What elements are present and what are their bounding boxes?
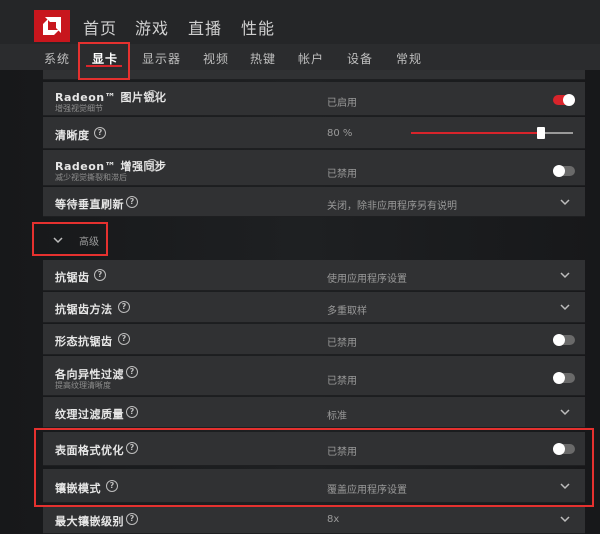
setting-value: 关闭，除非应用程序另有说明 [327,201,457,212]
setting-value: 使用应用程序设置 [327,274,407,285]
image-sharpening-toggle[interactable] [553,94,575,106]
setting-anisotropic-filtering[interactable]: 各向异性过滤 ? 提高纹理清晰度 已禁用 [43,356,585,396]
help-icon[interactable]: ? [106,480,118,492]
help-icon[interactable]: ? [126,196,138,208]
setting-value: 已禁用 [327,338,357,349]
setting-label: 抗锯齿 [55,271,90,284]
setting-value: 覆盖应用程序设置 [327,485,407,496]
setting-anti-aliasing-method[interactable]: 抗锯齿方法 ? 多重取样 [43,292,585,323]
top-nav-home[interactable]: 首页 [83,15,117,39]
toggle-knob [553,443,565,455]
active-tab-indicator [86,65,122,67]
advanced-label: 高级 [79,236,99,248]
setting-value: 8x [327,514,340,525]
setting-label: 最大镶嵌级别 [55,515,124,528]
setting-value: 已禁用 [327,376,357,387]
surface-format-optimization-toggle[interactable] [553,443,575,455]
tab-devices[interactable]: 设备 [347,50,373,67]
toggle-knob [553,334,565,346]
chevron-down-icon[interactable] [560,481,570,491]
setting-label: 表面格式优化 [55,444,124,457]
help-icon[interactable]: ? [146,90,158,102]
tab-system[interactable]: 系统 [44,50,70,67]
setting-morphological-aa[interactable]: 形态抗锯齿 ? 已禁用 [43,324,585,355]
setting-description: 减少视觉撕裂和滞后 [55,173,127,182]
tab-video[interactable]: 视频 [203,50,229,67]
chevron-down-icon[interactable] [560,197,570,207]
help-icon[interactable]: ? [126,442,138,454]
tab-hotkeys[interactable]: 热键 [250,50,276,67]
setting-max-tessellation-level[interactable]: 最大镶嵌级别 ? 8x [43,506,585,534]
setting-label: 形态抗锯齿 [55,335,113,348]
chevron-down-icon[interactable] [560,514,570,524]
chevron-down-icon[interactable] [560,270,570,280]
setting-anti-aliasing[interactable]: 抗锯齿 ? 使用应用程序设置 [43,260,585,291]
anisotropic-filtering-toggle[interactable] [553,372,575,384]
setting-label: 镶嵌模式 [55,482,101,495]
chevron-down-icon [53,237,63,244]
advanced-section-toggle[interactable]: 高级 [43,224,99,256]
top-navigation-bar: 首页 游戏 直播 性能 [0,0,600,44]
setting-label: 纹理过滤质量 [55,408,124,421]
setting-value: 已禁用 [327,169,357,180]
slider-thumb[interactable] [536,127,545,139]
chevron-down-icon[interactable] [560,302,570,312]
setting-surface-format-optimization[interactable]: 表面格式优化 ? 已禁用 [43,432,585,466]
help-icon[interactable]: ? [126,513,138,525]
setting-value: 多重取样 [327,306,367,317]
setting-value: 已启用 [327,98,357,109]
setting-wait-vertical-refresh[interactable]: 等待垂直刷新 ? 关闭，除非应用程序另有说明 [43,187,585,217]
top-nav-performance[interactable]: 性能 [241,15,275,39]
setting-label: 等待垂直刷新 [55,198,124,211]
setting-description: 提高纹理清晰度 [55,381,111,390]
settings-row-partial [43,70,585,80]
toggle-knob [563,94,575,106]
toggle-knob [553,165,565,177]
setting-value: 80 % [327,128,353,139]
slider-fill [411,132,541,134]
setting-value: 已禁用 [327,447,357,458]
setting-image-sharpening[interactable]: Radeon™ 图片锐化 ? 增强视觉细节 已启用 [43,82,585,116]
setting-sharpness[interactable]: 清晰度 ? 80 % [43,117,585,149]
amd-logo-icon[interactable] [34,10,70,42]
chevron-down-icon[interactable] [560,407,570,417]
setting-value: 标准 [327,411,347,422]
top-nav-streaming[interactable]: 直播 [188,15,222,39]
toggle-knob [553,372,565,384]
help-icon[interactable]: ? [118,301,130,313]
setting-texture-filtering-quality[interactable]: 纹理过滤质量 ? 标准 [43,397,585,428]
tab-general[interactable]: 常规 [396,50,422,67]
tab-account[interactable]: 帐户 [298,50,324,67]
top-nav-gaming[interactable]: 游戏 [135,15,169,39]
help-icon[interactable]: ? [126,366,138,378]
enhanced-sync-toggle[interactable] [553,165,575,177]
help-icon[interactable]: ? [94,269,106,281]
setting-tessellation-mode[interactable]: 镶嵌模式 ? 覆盖应用程序设置 [43,469,585,503]
sharpness-slider[interactable] [411,127,573,139]
setting-enhanced-sync[interactable]: Radeon™ 增强同步 ? 减少视觉撕裂和滞后 已禁用 [43,150,585,186]
setting-label: 清晰度 [55,129,90,142]
morphological-aa-toggle[interactable] [553,334,575,346]
help-icon[interactable]: ? [94,127,106,139]
help-icon[interactable]: ? [118,333,130,345]
setting-label: 抗锯齿方法 [55,303,113,316]
help-icon[interactable]: ? [146,159,158,171]
help-icon[interactable]: ? [126,406,138,418]
tab-display[interactable]: 显示器 [142,50,181,67]
setting-description: 增强视觉细节 [55,104,103,113]
